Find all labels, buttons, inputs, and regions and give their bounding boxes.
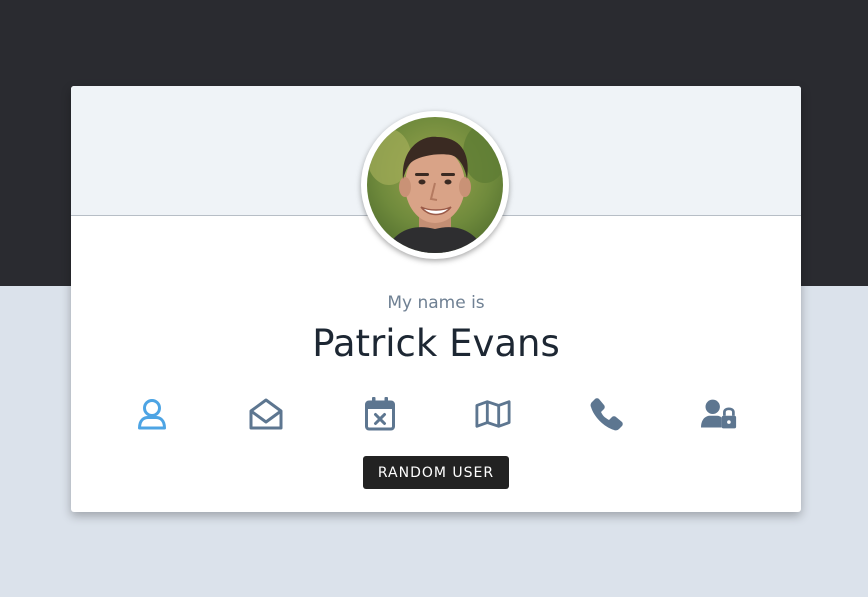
- phone-icon[interactable]: [589, 396, 625, 432]
- user-card: My name is Patrick Evans RANDOM USER: [71, 86, 801, 512]
- user-name: Patrick Evans: [312, 322, 560, 365]
- random-user-button[interactable]: RANDOM USER: [363, 456, 509, 489]
- map-icon[interactable]: [475, 396, 511, 432]
- avatar: [361, 111, 509, 259]
- name-label: My name is: [387, 293, 485, 313]
- user-icon[interactable]: [134, 396, 170, 432]
- user-lock-icon[interactable]: [701, 396, 737, 432]
- avatar-photo: [367, 117, 503, 253]
- calendar-icon[interactable]: [362, 396, 398, 432]
- envelope-open-icon[interactable]: [248, 396, 284, 432]
